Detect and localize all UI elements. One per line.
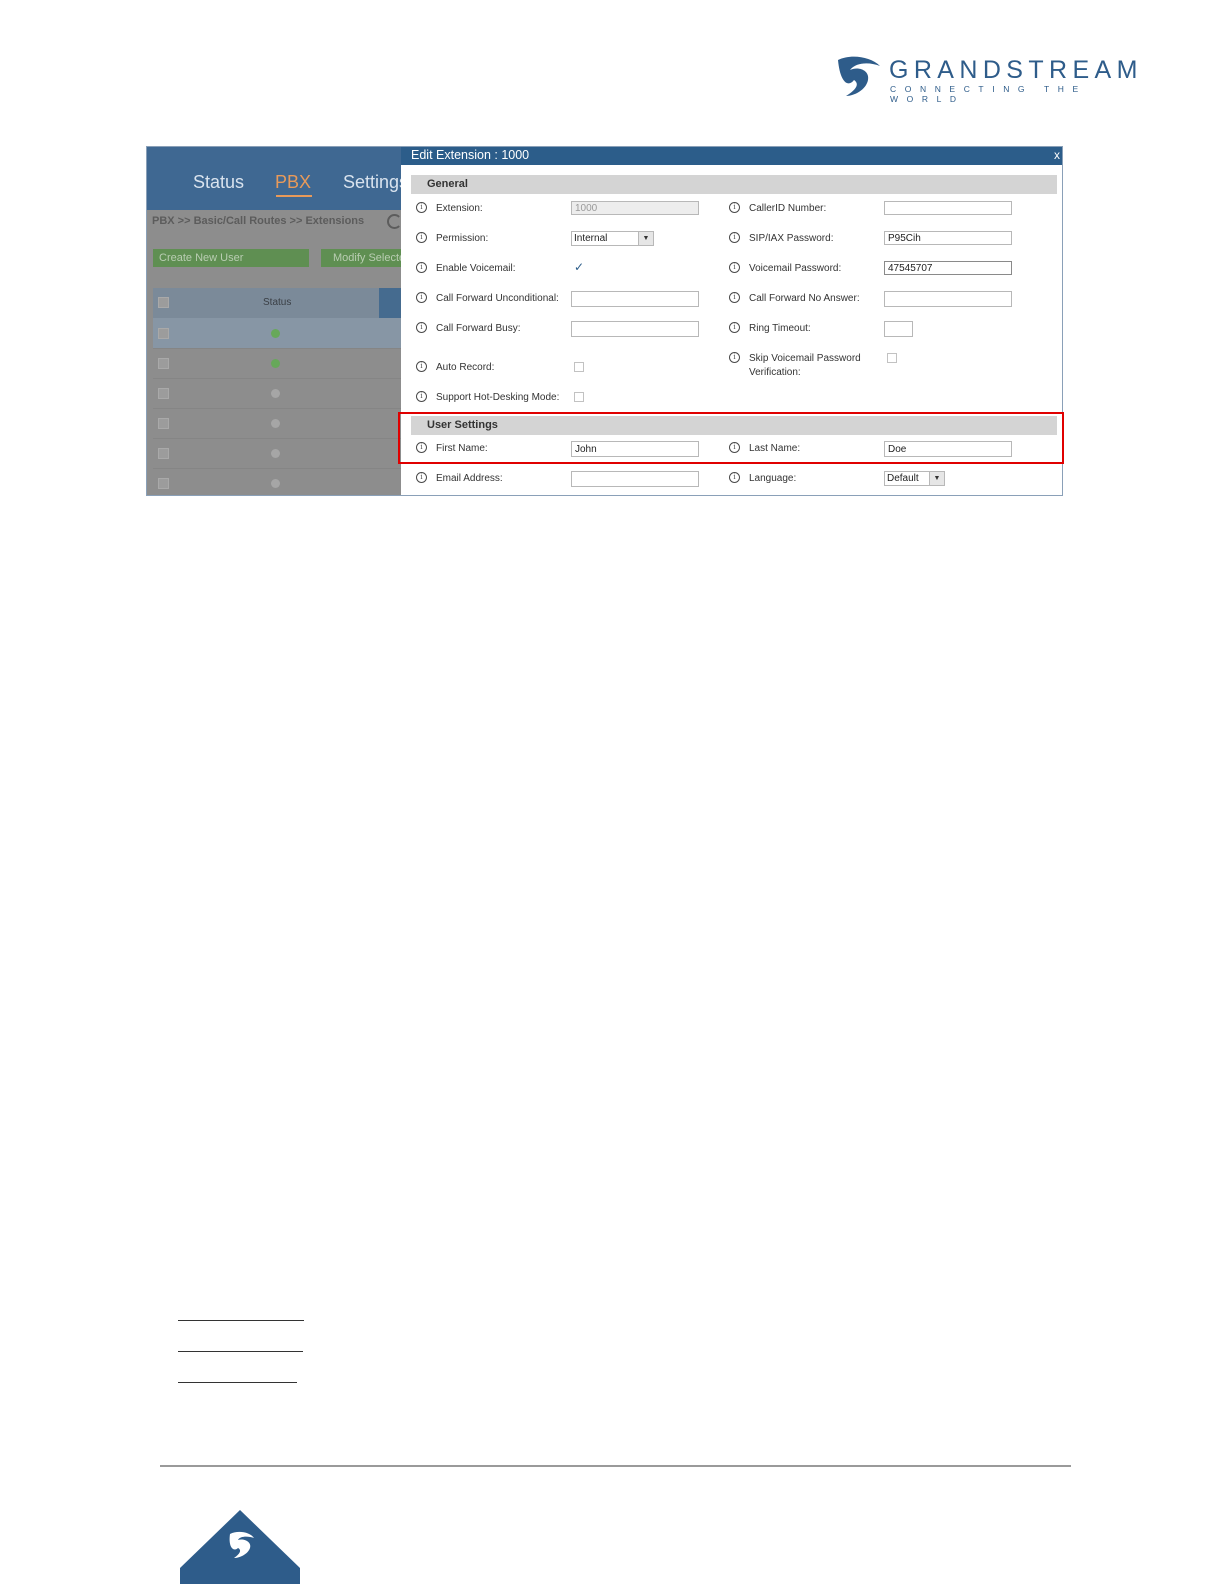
close-icon[interactable]: x [1054,147,1060,163]
callerid-field[interactable] [884,201,1012,215]
select-all-checkbox[interactable] [158,297,169,308]
language-value: Default [887,473,919,484]
grandstream-logo: GRANDSTREAM CONNECTING THE WORLD [836,54,1158,104]
row-checkbox[interactable] [158,388,169,399]
checkmark-icon: ✓ [574,260,585,274]
hot-desking-label: Support Hot-Desking Mode: [436,392,560,403]
modify-selected-button[interactable]: Modify Selected [321,249,407,267]
ring-timeout-field[interactable] [884,321,913,337]
cf-busy-field[interactable] [571,321,699,337]
permission-label: Permission: [436,233,489,244]
footer-grandstream-icon [180,1510,300,1584]
table-row[interactable] [153,408,407,439]
status-offline-icon [271,449,280,458]
info-icon[interactable]: i [416,262,427,273]
row-checkbox[interactable] [158,358,169,369]
info-icon[interactable]: i [416,322,427,333]
email-field[interactable] [571,471,699,487]
skip-voicemail-password-label: Skip Voicemail Password [749,353,861,364]
info-icon[interactable]: i [416,202,427,213]
email-label: Email Address: [436,473,503,484]
info-icon[interactable]: i [416,472,427,483]
table-row[interactable] [153,468,407,495]
status-offline-icon [271,389,280,398]
table-row[interactable] [153,318,407,349]
cf-no-answer-field[interactable] [884,291,1012,307]
permission-select[interactable]: Internal ▼ [571,231,654,246]
info-icon[interactable]: i [729,232,740,243]
enable-voicemail-checkbox[interactable]: ✓ [574,260,585,274]
callerid-label: CallerID Number: [749,203,827,214]
table-row[interactable] [153,348,407,379]
underline-rule [178,1382,297,1383]
skip-voicemail-password-checkbox[interactable] [887,353,897,363]
cf-unconditional-field[interactable] [571,291,699,307]
grandstream-swirl-icon [838,56,880,96]
info-icon[interactable]: i [729,352,740,363]
user-settings-highlight [398,412,1064,464]
breadcrumb: PBX >> Basic/Call Routes >> Extensions [152,215,365,227]
info-icon[interactable]: i [416,361,427,372]
nav-settings[interactable]: Settings [343,172,408,193]
brand-name: GRANDSTREAM [889,56,1143,84]
skip-voicemail-password-label-cont: Verification: [749,367,801,378]
nav-pbx[interactable]: PBX [275,172,311,193]
language-label: Language: [749,473,797,484]
info-icon[interactable]: i [729,322,740,333]
permission-value: Internal [574,233,608,244]
info-icon[interactable]: i [729,262,740,273]
voicemail-password-field[interactable] [884,261,1012,275]
info-icon[interactable]: i [729,202,740,213]
info-icon[interactable]: i [729,292,740,303]
chevron-down-icon[interactable]: ▼ [638,232,653,245]
extensions-table-header: Status [153,288,407,318]
enable-voicemail-label: Enable Voicemail: [436,263,516,274]
language-select[interactable]: Default ▼ [884,471,945,486]
auto-record-label: Auto Record: [436,362,495,373]
cf-no-answer-label: Call Forward No Answer: [749,293,860,304]
row-checkbox[interactable] [158,328,169,339]
cf-unconditional-label: Call Forward Unconditional: [436,293,559,304]
brand-tagline: CONNECTING THE WORLD [890,84,1087,104]
status-offline-icon [271,419,280,428]
general-section-header: General [411,175,1057,194]
ring-timeout-label: Ring Timeout: [749,323,811,334]
info-icon[interactable]: i [729,472,740,483]
dialog-title: Edit Extension : 1000 [411,148,530,162]
status-online-icon [271,359,280,368]
sip-password-label: SIP/IAX Password: [749,233,834,244]
table-row[interactable] [153,378,407,409]
underline-rule [178,1351,303,1352]
refresh-icon[interactable] [387,214,402,229]
row-checkbox[interactable] [158,418,169,429]
dialog-title-bar: Edit Extension : 1000 x [401,147,1062,165]
row-checkbox[interactable] [158,478,169,489]
cf-busy-label: Call Forward Busy: [436,323,521,334]
voicemail-password-label: Voicemail Password: [749,263,842,274]
row-checkbox[interactable] [158,448,169,459]
status-column-header: Status [263,297,292,308]
auto-record-checkbox[interactable] [574,362,584,372]
footer-divider [160,1465,1071,1467]
info-icon[interactable]: i [416,391,427,402]
create-new-user-button[interactable]: Create New User [153,249,309,267]
status-online-icon [271,329,280,338]
nav-status[interactable]: Status [193,172,244,193]
underline-rule [178,1320,304,1321]
hot-desking-checkbox[interactable] [574,392,584,402]
extension-label: Extension: [436,203,483,214]
sip-password-field[interactable] [884,231,1012,245]
status-offline-icon [271,479,280,488]
extension-field[interactable] [571,201,699,215]
nav-active-underline [276,195,312,197]
info-icon[interactable]: i [416,232,427,243]
chevron-down-icon[interactable]: ▼ [929,472,944,485]
table-row[interactable] [153,438,407,469]
info-icon[interactable]: i [416,292,427,303]
